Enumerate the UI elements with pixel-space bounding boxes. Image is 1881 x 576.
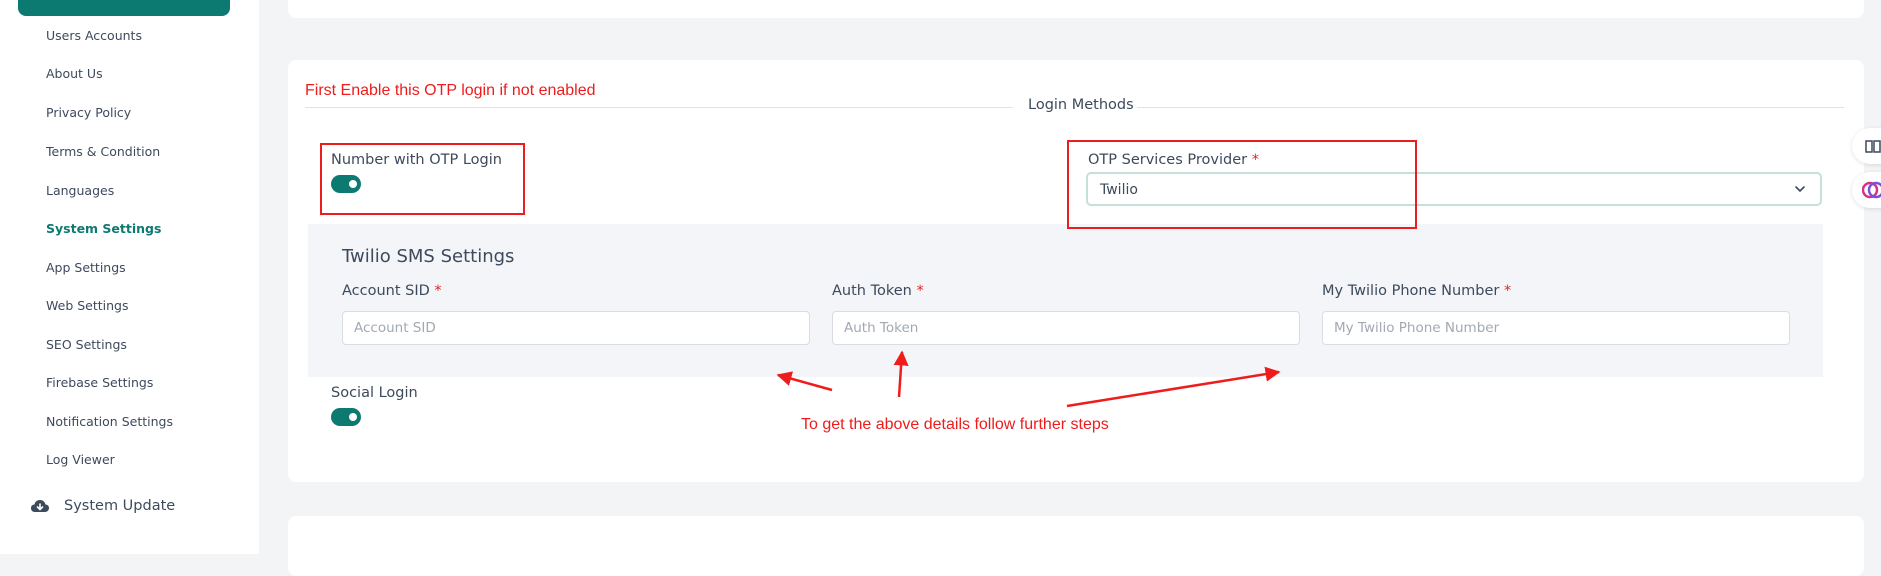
sidebar-item-system-settings[interactable]: System Settings	[46, 221, 161, 236]
sidebar-item-firebase-settings[interactable]: Firebase Settings	[46, 375, 153, 390]
sidebar-active-parent-item[interactable]	[18, 0, 230, 16]
twilio-phone-label: My Twilio Phone Number *	[1322, 283, 1512, 299]
book-icon[interactable]	[1852, 128, 1881, 164]
sidebar-item-users-accounts[interactable]: Users Accounts	[46, 28, 142, 43]
chevron-down-icon	[1794, 183, 1806, 195]
settings-card-next	[288, 516, 1864, 576]
twilio-settings-title: Twilio SMS Settings	[342, 246, 515, 267]
auth-token-input[interactable]	[832, 311, 1300, 345]
sidebar-item-privacy-policy[interactable]: Privacy Policy	[46, 105, 131, 120]
annotation-enable-otp-note: First Enable this OTP login if not enabl…	[305, 82, 596, 99]
sidebar: Users Accounts About Us Privacy Policy T…	[0, 0, 259, 554]
required-mark: *	[916, 283, 924, 299]
sidebar-item-app-settings[interactable]: App Settings	[46, 260, 126, 275]
account-sid-input[interactable]	[342, 311, 810, 345]
required-mark: *	[434, 283, 442, 299]
highlight-otp-provider	[1067, 140, 1417, 229]
sidebar-item-notification-settings[interactable]: Notification Settings	[46, 414, 173, 429]
sidebar-item-web-settings[interactable]: Web Settings	[46, 298, 129, 313]
cloud-download-icon	[30, 498, 50, 514]
required-mark: *	[1503, 283, 1512, 299]
ai-assistant-icon[interactable]	[1852, 172, 1881, 208]
divider-left	[305, 107, 1013, 108]
login-methods-legend: Login Methods	[1028, 97, 1134, 113]
sidebar-item-terms-condition[interactable]: Terms & Condition	[46, 144, 160, 159]
highlight-otp-login	[320, 143, 525, 215]
sidebar-item-about-us[interactable]: About Us	[46, 66, 103, 81]
twilio-phone-input[interactable]	[1322, 311, 1790, 345]
twilio-settings-panel	[308, 224, 1823, 377]
sidebar-item-languages[interactable]: Languages	[46, 183, 114, 198]
settings-card-previous	[288, 0, 1864, 18]
divider-right	[1137, 107, 1844, 108]
social-login-label: Social Login	[331, 385, 418, 401]
social-login-toggle[interactable]	[331, 408, 361, 426]
sidebar-item-label: System Update	[64, 498, 176, 514]
auth-token-label: Auth Token *	[832, 283, 924, 299]
sidebar-item-system-update[interactable]: System Update	[30, 498, 175, 514]
annotation-follow-steps-note: To get the above details follow further …	[801, 416, 1109, 433]
sidebar-item-log-viewer[interactable]: Log Viewer	[46, 452, 115, 467]
account-sid-label: Account SID *	[342, 283, 442, 299]
sidebar-item-seo-settings[interactable]: SEO Settings	[46, 337, 127, 352]
